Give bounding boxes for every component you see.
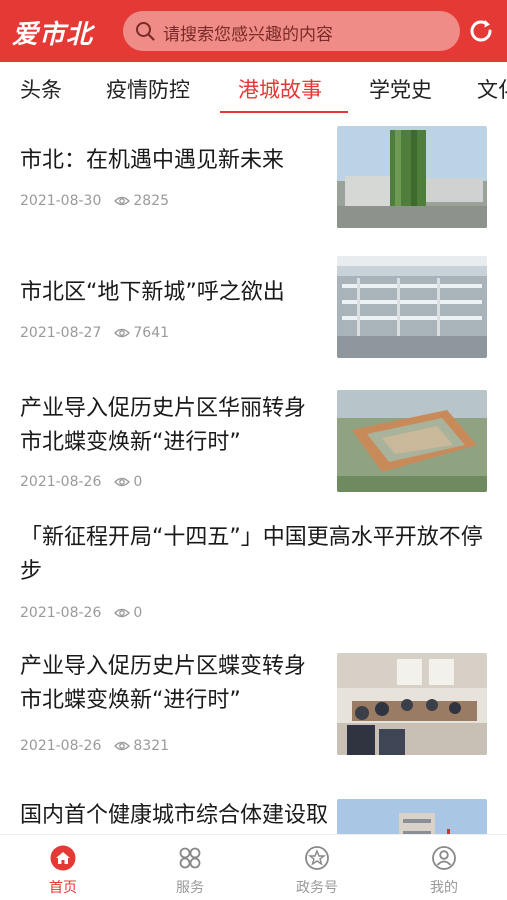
article-title: 产业导入促历史片区蝶变转身 市北蝶变焕新“进行时”: [20, 654, 307, 713]
nav-services[interactable]: 服务: [127, 835, 253, 900]
article-title: 产业导入促历史片区华丽转身 市北蝶变焕新“进行时”: [20, 396, 307, 455]
article-item[interactable]: 「新征程开局“十四五”」中国更高水平开放不停步 2021-08-26 0: [0, 503, 507, 633]
article-item[interactable]: 产业导入促历史片区蝶变转身 市北蝶变焕新“进行时” 2021-08-26 832…: [0, 633, 507, 778]
article-date: 2021-08-30: [20, 193, 102, 209]
app-header: 爱市北 请搜索您感兴趣的内容: [0, 0, 507, 62]
gov-account-icon: [305, 846, 329, 870]
article-item[interactable]: 国内首个健康城市综合体建设取得实质进展: [0, 778, 507, 834]
article-meta: 2021-08-27 7641: [20, 325, 169, 341]
article-item[interactable]: 市北区“地下新城”呼之欲出 2021-08-27 7641: [0, 241, 507, 373]
nav-home-label: 首页: [49, 880, 77, 896]
tab-headlines[interactable]: 头条: [20, 74, 62, 104]
article-thumbnail[interactable]: [337, 256, 487, 358]
article-thumbnail[interactable]: [337, 390, 487, 492]
views-icon: [114, 741, 131, 751]
article-views: 0: [133, 474, 143, 490]
nav-gov-account-label: 政务号: [296, 880, 338, 896]
article-meta: 2021-08-26 0: [20, 474, 142, 490]
profile-icon: [432, 846, 456, 870]
article-date: 2021-08-26: [20, 738, 102, 754]
article-date: 2021-08-27: [20, 325, 102, 341]
article-title: 国内首个健康城市综合体建设取得实质进展: [20, 803, 329, 828]
services-icon: [179, 847, 201, 869]
nav-services-label: 服务: [176, 880, 204, 896]
article-thumbnail[interactable]: [337, 126, 487, 228]
article-thumbnail[interactable]: [337, 653, 487, 755]
article-views: 2825: [133, 193, 170, 209]
search-bar[interactable]: 请搜索您感兴趣的内容: [123, 11, 460, 51]
tab-harbor-city-stories[interactable]: 港城故事: [238, 74, 322, 104]
article-item[interactable]: 产业导入促历史片区华丽转身 市北蝶变焕新“进行时” 2021-08-26 0: [0, 373, 507, 503]
active-tab-indicator: [220, 111, 348, 113]
refresh-icon[interactable]: [466, 16, 496, 46]
tab-epidemic-control[interactable]: 疫情防控: [106, 74, 190, 104]
article-date: 2021-08-26: [20, 605, 102, 621]
home-icon: [50, 845, 76, 871]
nav-home[interactable]: 首页: [0, 835, 126, 900]
search-icon: [136, 22, 155, 41]
app-logo[interactable]: 爱市北: [12, 14, 93, 51]
views-icon: [114, 196, 131, 206]
article-thumbnail[interactable]: [337, 799, 487, 834]
bottom-navigation: 首页 服务 政务号 我的: [0, 834, 507, 900]
tab-culture[interactable]: 文化: [477, 74, 507, 104]
tab-party-history[interactable]: 学党史: [369, 74, 432, 104]
channel-tabs: 头条 疫情防控 港城故事 学党史 文化: [0, 62, 507, 114]
article-feed[interactable]: 市北：在机遇中遇见新未来 2021-08-30 2825 市北区“地下新城”呼之…: [0, 114, 507, 834]
article-views: 8321: [133, 738, 170, 754]
article-meta: 2021-08-26 0: [20, 605, 142, 621]
nav-profile-label: 我的: [430, 880, 458, 896]
views-icon: [114, 328, 131, 338]
views-icon: [114, 608, 131, 618]
article-date: 2021-08-26: [20, 474, 102, 490]
article-title: 「新征程开局“十四五”」中国更高水平开放不停步: [20, 525, 483, 584]
article-title: 市北：在机遇中遇见新未来: [20, 148, 285, 173]
nav-profile[interactable]: 我的: [381, 835, 507, 900]
views-icon: [114, 477, 131, 487]
article-views: 0: [133, 605, 143, 621]
article-title: 市北区“地下新城”呼之欲出: [20, 280, 285, 305]
article-views: 7641: [133, 325, 170, 341]
article-item[interactable]: 市北：在机遇中遇见新未来 2021-08-30 2825: [0, 114, 507, 241]
nav-gov-account[interactable]: 政务号: [254, 835, 380, 900]
article-meta: 2021-08-30 2825: [20, 193, 169, 209]
article-meta: 2021-08-26 8321: [20, 738, 169, 754]
search-placeholder: 请搜索您感兴趣的内容: [163, 25, 333, 45]
